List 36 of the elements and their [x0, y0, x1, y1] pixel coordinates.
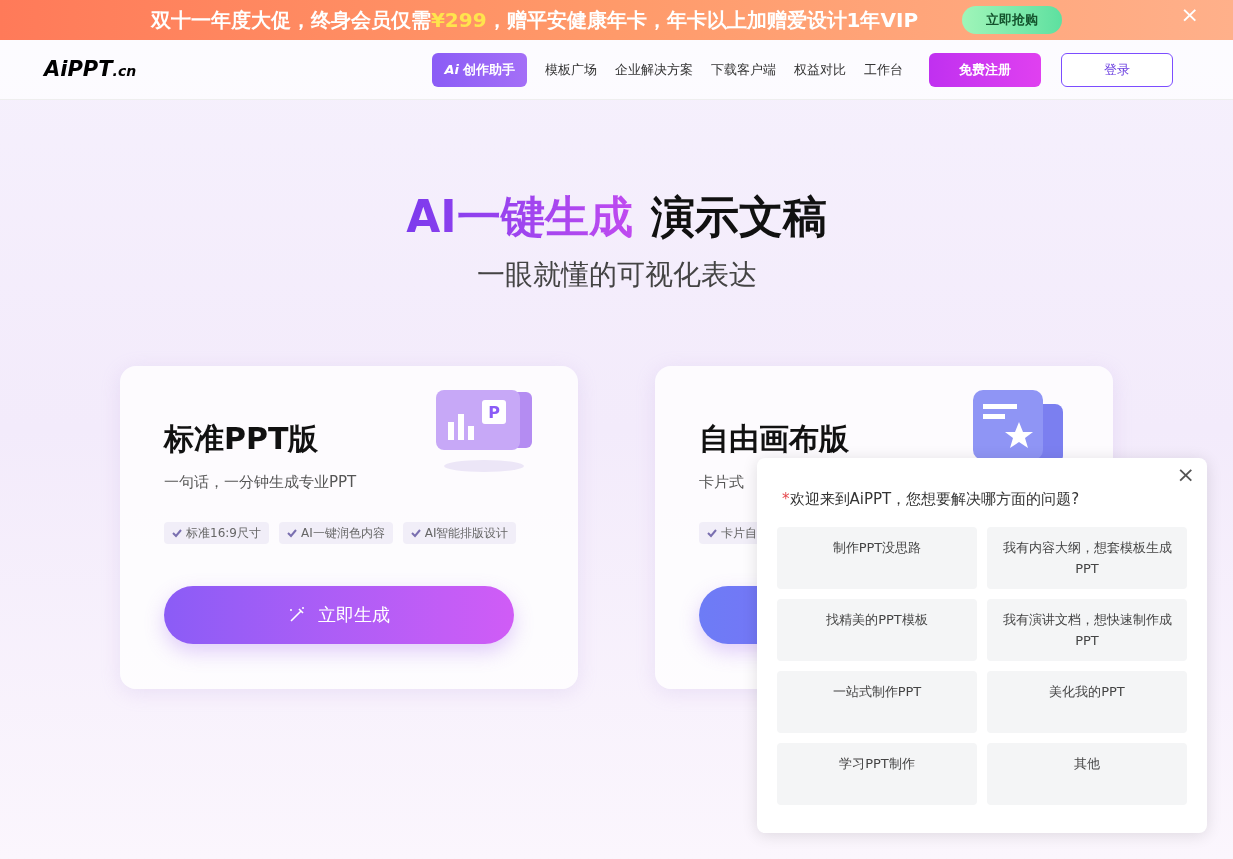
register-button[interactable]: 免费注册: [929, 52, 1041, 87]
nav-link[interactable]: 权益对比: [794, 59, 846, 80]
option-button[interactable]: 其他: [987, 742, 1187, 805]
card-description: 一句话，一分钟生成专业PPT: [164, 472, 357, 493]
card-title: 标准PPT版: [164, 420, 320, 458]
hero-title: 演示文稿: [650, 190, 827, 244]
option-button[interactable]: 我有演讲文档，想快速制作成PPT: [987, 598, 1187, 661]
feature-tag: AI一键润色内容: [278, 521, 393, 544]
option-button[interactable]: 制作PPT没思路: [777, 526, 977, 589]
card-title: 自由画布版: [699, 420, 849, 458]
feature-tag: AI智能排版设计: [402, 521, 517, 544]
popup-question: *欢迎来到AiPPT，您想要解决哪方面的问题?: [781, 489, 1081, 510]
option-button[interactable]: 学习PPT制作: [777, 742, 977, 805]
card-description: 卡片式: [699, 472, 745, 493]
nav-link[interactable]: 企业解决方案: [615, 59, 693, 80]
option-button[interactable]: 找精美的PPT模板: [777, 598, 977, 661]
feature-tag: 标准16:9尺寸: [164, 521, 269, 544]
hero-subtitle: 一眼就懂的可视化表达: [476, 257, 757, 293]
check-icon: [286, 527, 297, 538]
generate-button[interactable]: 立即生成: [164, 585, 514, 644]
option-button[interactable]: 美化我的PPT: [987, 670, 1187, 733]
check-icon: [707, 527, 717, 538]
promo-text: 双十一年度大促，终身会员仅需¥299，赠平安健康年卡，年卡以上加赠爱设计1年VIP: [150, 7, 919, 34]
grab-now-button[interactable]: 立即抢购: [962, 6, 1063, 34]
close-button[interactable]: ×: [1176, 464, 1195, 486]
login-button[interactable]: 登录: [1061, 52, 1173, 87]
option-button[interactable]: 一站式制作PPT: [777, 670, 977, 733]
nav-link[interactable]: 模板广场: [545, 59, 597, 80]
option-button[interactable]: 我有内容大纲，想套模板生成PPT: [987, 526, 1187, 589]
ai-assistant-button[interactable]: Ai 创作助手: [432, 52, 527, 87]
check-icon: [410, 527, 421, 538]
check-icon: [172, 527, 182, 538]
logo[interactable]: AiPPT.cn: [44, 53, 137, 86]
nav-link[interactable]: 工作台: [864, 59, 903, 80]
magic-wand-icon: [288, 605, 306, 624]
nav-link[interactable]: 下载客户端: [711, 59, 776, 80]
